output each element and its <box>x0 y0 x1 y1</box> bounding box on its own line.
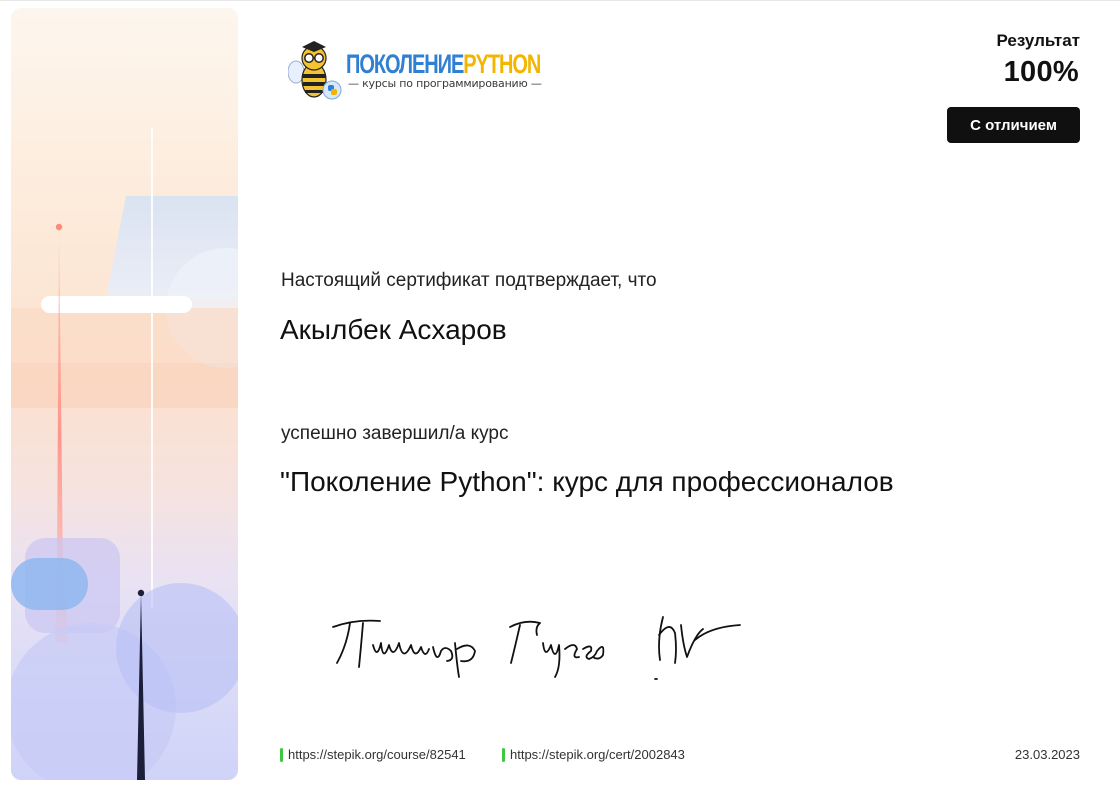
logo: ПОКОЛЕНИЕPYTHON — курсы по программирова… <box>288 38 558 102</box>
handwritten-signature <box>325 605 755 685</box>
result-value: 100% <box>1003 56 1079 88</box>
link-marker-icon <box>280 747 283 762</box>
course-link[interactable]: https://stepik.org/course/82541 <box>280 747 466 762</box>
logo-title-part2: PYTHON <box>463 49 541 79</box>
top-divider <box>0 0 1120 1</box>
bee-mascot-icon <box>288 41 342 100</box>
completed-text: успешно завершил/а курс <box>281 423 509 444</box>
distinction-badge: С отличием <box>947 107 1080 143</box>
course-name: "Поколение Python": курс для профессиона… <box>280 466 894 497</box>
cert-link-text: https://stepik.org/cert/2002843 <box>510 747 685 762</box>
course-link-text: https://stepik.org/course/82541 <box>288 747 466 762</box>
cert-link[interactable]: https://stepik.org/cert/2002843 <box>502 747 685 762</box>
confirm-text: Настоящий сертификат подтверждает, что <box>281 270 657 291</box>
logo-title: ПОКОЛЕНИЕPYTHON <box>346 49 541 79</box>
link-marker-icon <box>502 747 505 762</box>
logo-title-part1: ПОКОЛЕНИЕ <box>346 49 464 79</box>
result-label: Результат <box>996 31 1081 50</box>
recipient-name: Акылбек Асхаров <box>280 314 507 345</box>
decorative-artwork <box>11 128 238 780</box>
decorative-side-panel <box>11 8 238 780</box>
issue-date: 23.03.2023 <box>1014 747 1080 762</box>
logo-subtitle: — курсы по программированию — <box>348 77 542 90</box>
